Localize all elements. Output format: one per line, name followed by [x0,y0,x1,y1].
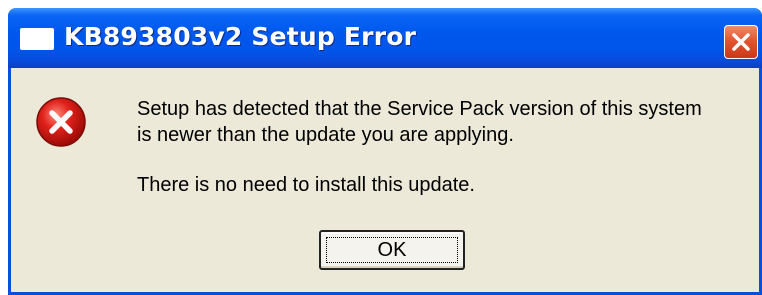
error-icon [36,97,86,147]
title-bar[interactable]: KB893803v2 Setup Error [8,8,762,68]
ok-button[interactable]: OK [319,230,465,270]
close-icon [732,33,750,51]
dialog-content: Setup has detected that the Service Pack… [11,68,759,292]
message-line-3: There is no need to install this update. [137,174,475,196]
window-title: KB893803v2 Setup Error [64,22,417,51]
message-line-1: Setup has detected that the Service Pack… [137,98,702,120]
setup-error-dialog: KB893803v2 Setup Error Setup has detecte… [8,8,762,295]
ok-button-label: OK [377,238,407,261]
close-button[interactable] [724,25,758,59]
window-icon [20,28,54,50]
message-line-2: is newer than the update you are applyin… [137,124,514,146]
